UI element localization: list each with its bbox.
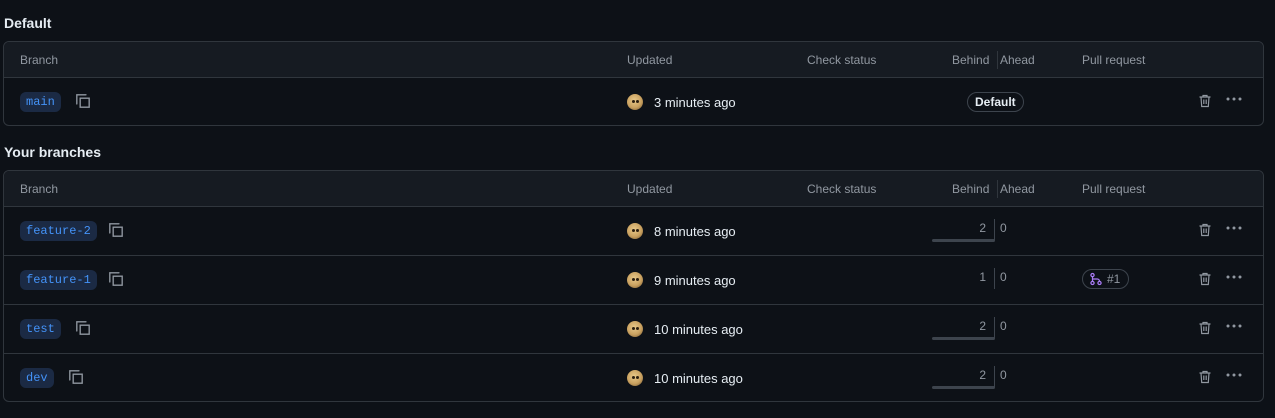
kebab-horizontal-icon[interactable]: [1224, 91, 1244, 107]
trash-icon[interactable]: [1197, 271, 1213, 287]
ahead-count: 0: [1000, 221, 1007, 235]
col-branch: Branch: [20, 53, 59, 67]
col-updated: Updated: [627, 53, 673, 67]
col-behind: Behind: [952, 53, 990, 67]
col-check-status: Check status: [807, 182, 877, 196]
avatar: [627, 223, 643, 239]
col-divider: [997, 180, 998, 198]
table-row: feature-2 8 minutes ago 2 0: [4, 207, 1263, 256]
table-row: dev 10 minutes ago 2 0: [4, 354, 1263, 401]
trash-icon[interactable]: [1197, 369, 1213, 385]
table-header: Branch Updated Check status Behind Ahead…: [4, 42, 1263, 78]
copy-icon[interactable]: [107, 221, 125, 239]
avatar: [627, 272, 643, 288]
default-badge: Default: [967, 92, 1024, 112]
kebab-horizontal-icon[interactable]: [1224, 318, 1244, 334]
avatar: [627, 370, 643, 386]
git-pull-request-icon: [1090, 272, 1102, 286]
pull-request-number: #1: [1107, 272, 1121, 286]
updated-time: 3 minutes ago: [654, 95, 736, 110]
section-title-your-branches: Your branches: [4, 144, 101, 160]
col-pull-request: Pull request: [1082, 182, 1146, 196]
col-behind: Behind: [952, 182, 990, 196]
behind-ahead-divider: [994, 268, 995, 289]
updated-time: 9 minutes ago: [654, 273, 736, 288]
table-row: test 10 minutes ago 2 0: [4, 305, 1263, 354]
branch-name-link[interactable]: feature-2: [20, 221, 97, 241]
copy-icon[interactable]: [74, 319, 92, 337]
updated-time: 8 minutes ago: [654, 224, 736, 239]
col-divider: [997, 51, 998, 69]
behind-count: 2: [979, 221, 986, 235]
copy-icon[interactable]: [67, 368, 85, 386]
your-branches-table: Branch Updated Check status Behind Ahead…: [3, 170, 1264, 402]
table-row: feature-1 9 minutes ago 1 0 #1: [4, 256, 1263, 305]
avatar: [627, 321, 643, 337]
col-updated: Updated: [627, 182, 673, 196]
branch-name-link[interactable]: main: [20, 92, 61, 112]
ahead-count: 0: [1000, 270, 1007, 284]
behind-count: 2: [979, 368, 986, 382]
avatar: [627, 94, 643, 110]
col-check-status: Check status: [807, 53, 877, 67]
behind-bar: [932, 239, 995, 242]
updated-time: 10 minutes ago: [654, 322, 743, 337]
section-title-default: Default: [4, 15, 52, 31]
trash-icon[interactable]: [1197, 222, 1213, 238]
behind-count: 1: [979, 270, 986, 284]
behind-count: 2: [979, 319, 986, 333]
behind-ahead-divider: [994, 317, 995, 338]
behind-ahead-divider: [994, 366, 995, 387]
default-branch-table: Branch Updated Check status Behind Ahead…: [3, 41, 1264, 126]
trash-icon[interactable]: [1197, 320, 1213, 336]
kebab-horizontal-icon[interactable]: [1224, 220, 1244, 236]
table-header: Branch Updated Check status Behind Ahead…: [4, 171, 1263, 207]
kebab-horizontal-icon[interactable]: [1224, 367, 1244, 383]
col-ahead: Ahead: [1000, 182, 1035, 196]
col-branch: Branch: [20, 182, 59, 196]
copy-icon[interactable]: [74, 92, 92, 110]
ahead-count: 0: [1000, 319, 1007, 333]
ahead-count: 0: [1000, 368, 1007, 382]
updated-time: 10 minutes ago: [654, 371, 743, 386]
pull-request-link[interactable]: #1: [1082, 269, 1130, 289]
branch-name-link[interactable]: feature-1: [20, 270, 97, 290]
behind-bar: [932, 337, 995, 340]
trash-icon[interactable]: [1197, 93, 1213, 109]
col-ahead: Ahead: [1000, 53, 1035, 67]
table-row: main 3 minutes ago Default: [4, 78, 1263, 125]
behind-ahead-divider: [994, 219, 995, 240]
copy-icon[interactable]: [107, 270, 125, 288]
behind-bar: [932, 386, 995, 389]
branch-name-link[interactable]: dev: [20, 368, 54, 388]
col-pull-request: Pull request: [1082, 53, 1146, 67]
branch-name-link[interactable]: test: [20, 319, 61, 339]
kebab-horizontal-icon[interactable]: [1224, 269, 1244, 285]
